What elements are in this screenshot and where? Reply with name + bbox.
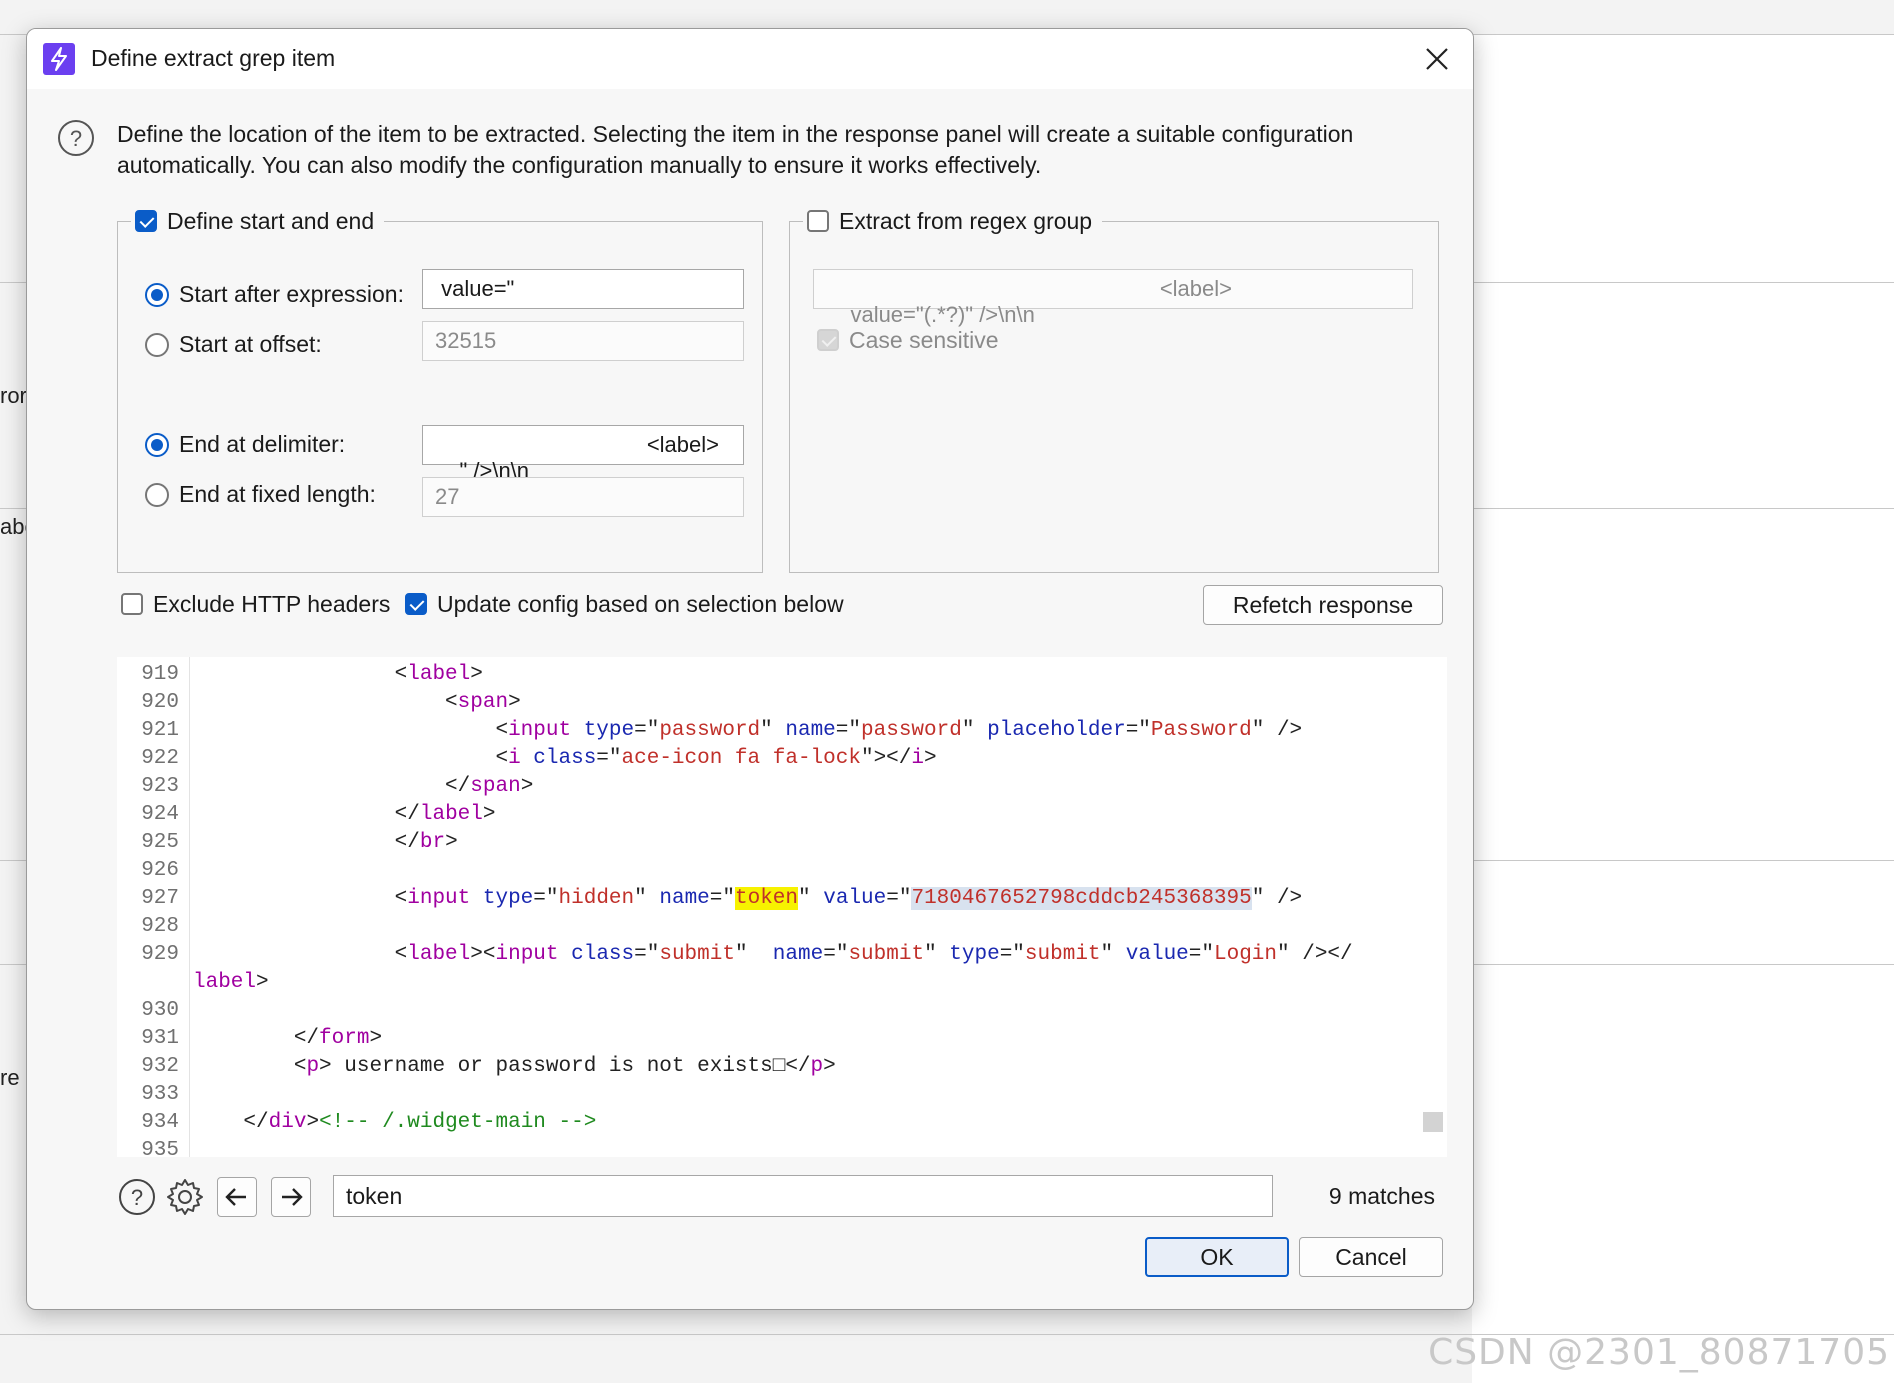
editor-scrollbar[interactable]	[1423, 1112, 1443, 1132]
define-start-end-checkbox[interactable]	[135, 210, 157, 232]
start-after-field[interactable]: value="	[422, 269, 744, 309]
dialog-title: Define extract grep item	[91, 45, 336, 71]
svg-text:?: ?	[70, 126, 82, 151]
end-delimiter-field[interactable]: " />\n\n <label>	[422, 425, 744, 483]
search-bar: ? token 9 matches	[117, 1171, 1447, 1223]
regex-legend: Extract from regex group	[803, 206, 1103, 236]
bolt-icon	[43, 43, 75, 75]
code-line: 930	[141, 999, 179, 1022]
code-line: 928	[141, 915, 179, 938]
code-line: label>	[193, 971, 269, 994]
code-line: 929 <label><input class="submit" name="s…	[141, 943, 1353, 966]
update-config-label: Update config based on selection below	[437, 591, 844, 617]
close-button[interactable]	[1415, 37, 1459, 81]
end-delimiter-tag: <label>	[646, 432, 719, 457]
code-line: 923 </span>	[141, 775, 534, 798]
arrow-right-icon	[282, 1188, 303, 1206]
description-text: Define the location of the item to be ex…	[117, 121, 1354, 178]
watermark: CSDN @2301_80871705	[1428, 1332, 1890, 1373]
update-config-checkbox[interactable]	[405, 593, 427, 615]
extract-grep-dialog: Define extract grep item ? Define the lo…	[26, 28, 1474, 1310]
start-after-label: Start after expression:	[179, 281, 404, 307]
response-editor[interactable]: 919 <label> 920 <span> 921 <input type="…	[117, 657, 1447, 1162]
define-start-end-label: Define start and end	[167, 207, 375, 234]
code-line: 927 <input type="hidden" name="token" va…	[141, 887, 1303, 910]
gear-icon[interactable]	[165, 1177, 205, 1217]
start-after-radio[interactable]	[145, 283, 169, 307]
regex-group-checkbox[interactable]	[807, 210, 829, 232]
code-line: 935	[141, 1139, 179, 1162]
code-line: 932 <p> username or password is not exis…	[141, 1055, 836, 1078]
close-icon	[1426, 48, 1448, 70]
start-end-legend: Define start and end	[131, 206, 385, 236]
next-match-button[interactable]	[271, 1177, 311, 1217]
start-offset-label: Start at offset:	[179, 331, 322, 357]
code-line: 925 </br>	[141, 831, 458, 854]
regex-field[interactable]: value="(.*?)" />\n\n <label>	[813, 269, 1413, 327]
background-text: re	[0, 1065, 20, 1090]
background-window	[1472, 34, 1894, 1383]
cancel-button[interactable]: Cancel	[1299, 1237, 1443, 1277]
regex-tag: <label>	[1159, 276, 1232, 301]
previous-match-button[interactable]	[217, 1177, 257, 1217]
title-bar: Define extract grep item	[27, 29, 1473, 89]
regex-group-label: Extract from regex group	[839, 207, 1093, 234]
start-offset-radio[interactable]	[145, 333, 169, 357]
ok-button[interactable]: OK	[1145, 1237, 1289, 1277]
match-count: 9 matches	[1328, 1183, 1435, 1209]
code-line: 934 </div><!-- /.widget-main -->	[141, 1111, 597, 1134]
background-text: ror	[0, 383, 27, 408]
exclude-headers-label: Exclude HTTP headers	[153, 591, 391, 617]
case-sensitive-label: Case sensitive	[849, 327, 999, 353]
end-fixed-label: End at fixed length:	[179, 481, 376, 507]
end-fixed-field[interactable]: 27	[422, 477, 744, 517]
code-line: 922 <i class="ace-icon fa fa-lock"></i>	[141, 747, 937, 770]
help-icon[interactable]: ?	[57, 119, 95, 157]
refetch-response-button[interactable]: Refetch response	[1203, 585, 1443, 625]
code-line: 920 <span>	[141, 691, 521, 714]
arrow-left-icon	[225, 1188, 246, 1206]
code-line: 919 <label>	[141, 663, 483, 686]
code-line: 926	[141, 859, 179, 882]
code-line: 931 </form>	[141, 1027, 383, 1050]
code-line: 924 </label>	[141, 803, 496, 826]
svg-text:?: ?	[131, 1185, 143, 1210]
exclude-headers-checkbox[interactable]	[121, 593, 143, 615]
end-delimiter-radio[interactable]	[145, 433, 169, 457]
case-sensitive-checkbox[interactable]	[817, 329, 839, 351]
end-delimiter-label: End at delimiter:	[179, 431, 346, 457]
start-offset-field[interactable]: 32515	[422, 321, 744, 361]
regex-value: value="(.*?)" />\n\n	[850, 302, 1035, 327]
end-fixed-radio[interactable]	[145, 483, 169, 507]
search-help-icon[interactable]: ?	[117, 1177, 157, 1217]
code-line: 921 <input type="password" name="passwor…	[141, 719, 1303, 742]
code-line: 933	[141, 1083, 179, 1106]
search-input[interactable]: token	[333, 1175, 1273, 1217]
